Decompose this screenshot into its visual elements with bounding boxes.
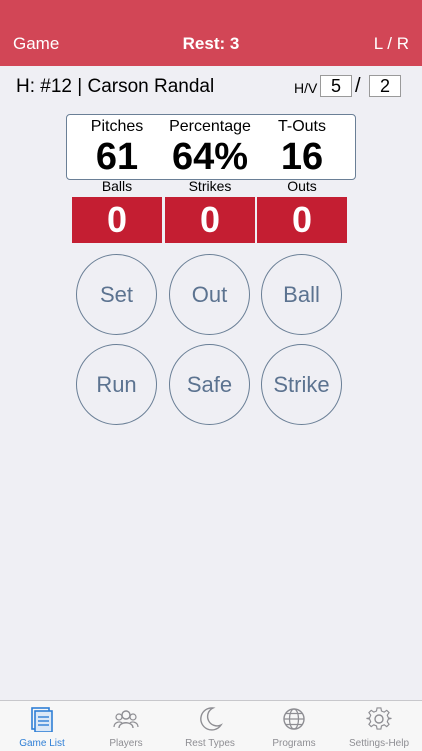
strikes-count[interactable]: 0 [165,197,255,243]
tab-label-players: Players [109,738,143,749]
tab-label-settings-help: Settings-Help [348,738,410,749]
players-icon [113,710,139,729]
pitches-stat: Pitches 61 [67,117,167,177]
pitches-label: Pitches [90,118,144,135]
percentage-label: Percentage [169,118,251,135]
outs-label: Outs [287,178,317,194]
gear-icon [366,707,392,730]
pitches-value: 61 [95,136,139,178]
game-button[interactable]: Game [13,34,59,54]
hitter-label: H: #12 | Carson Randal [16,76,215,97]
tab-label-programs: Programs [272,738,316,749]
tab-settings-help[interactable]: Settings-Help [337,701,421,751]
score-separator: / [355,75,361,97]
tab-rest-types[interactable]: Rest Types [168,701,252,751]
home-score-field[interactable]: 5 [320,75,352,97]
touts-stat: T-Outs 16 [252,117,352,177]
touts-value: 16 [280,136,324,178]
tab-label-rest-types: Rest Types [185,738,235,749]
strike-button[interactable]: Strike [261,344,342,425]
ball-button[interactable]: Ball [261,254,342,335]
tab-label-game-list: Game List [19,738,65,749]
set-button[interactable]: Set [76,254,157,335]
tab-game-list[interactable]: Game List [0,701,84,751]
left-right-button[interactable]: L / R [374,34,409,54]
moon-icon [200,707,223,731]
balls-count[interactable]: 0 [72,197,162,243]
balls-label: Balls [101,178,133,194]
rest-title: Rest: 3 [182,34,240,53]
run-button[interactable]: Run [76,344,157,425]
tab-bar: Game List Players Rest Types Programs Se… [0,700,422,751]
tab-players[interactable]: Players [84,701,168,751]
hv-label: H/V [294,80,318,96]
percentage-stat: Percentage 64% [160,117,260,177]
outs-count[interactable]: 0 [257,197,347,243]
stats-panel: Pitches 61 Percentage 64% T-Outs 16 [66,114,356,180]
out-button[interactable]: Out [169,254,250,335]
percentage-value: 64% [171,136,249,178]
tab-programs[interactable]: Programs [252,701,336,751]
game-list-icon [31,707,53,732]
touts-label: T-Outs [277,118,326,135]
globe-icon [283,708,305,730]
nav-bar: Rest: 3 Game L / R [0,0,422,66]
strikes-label: Strikes [188,178,232,194]
visitor-score-field[interactable]: 2 [369,75,401,97]
safe-button[interactable]: Safe [169,344,250,425]
